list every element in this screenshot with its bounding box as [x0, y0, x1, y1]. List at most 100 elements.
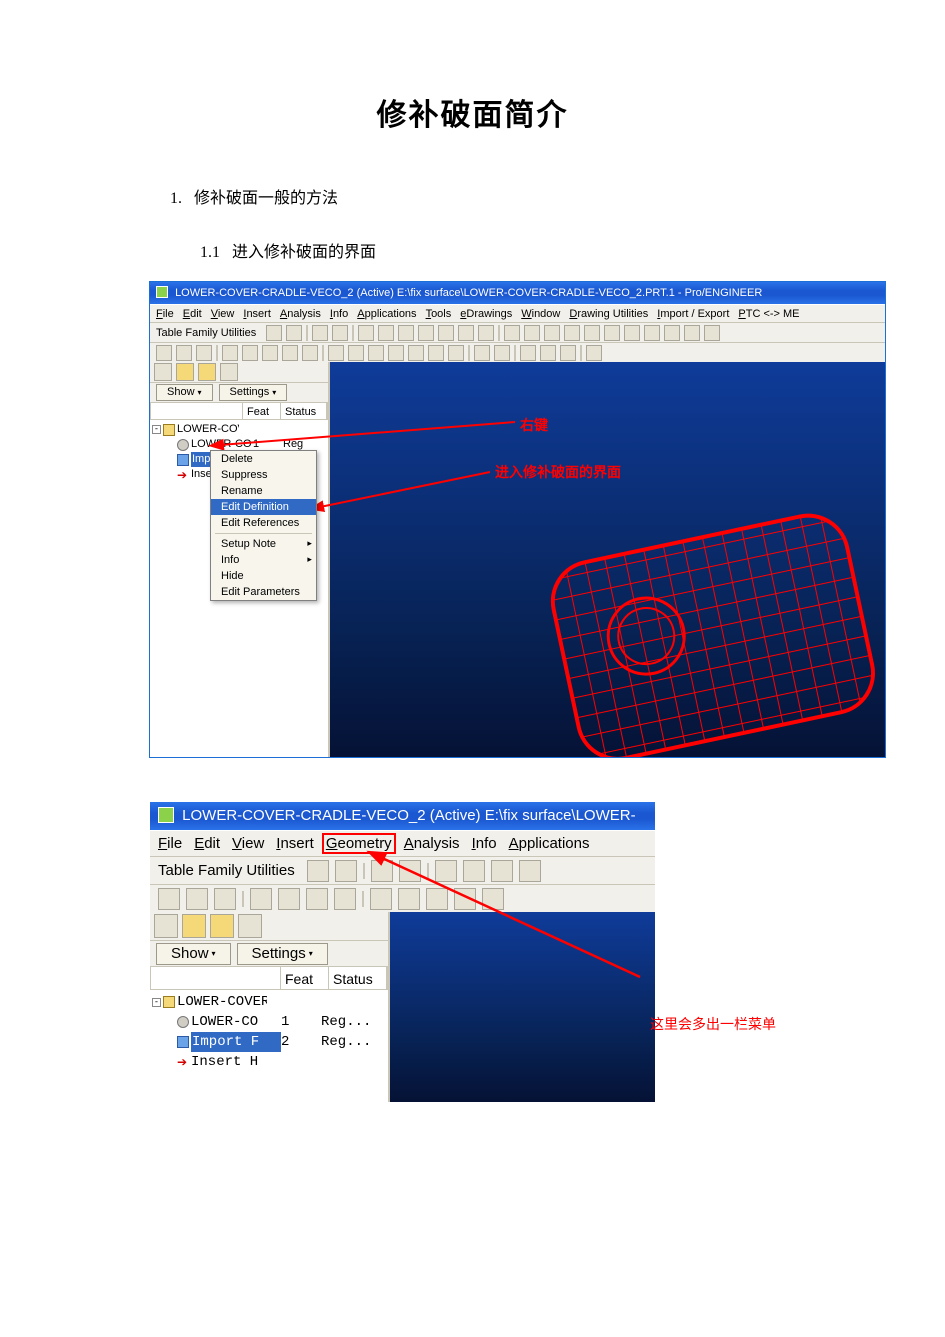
graphics-viewport[interactable]: [390, 912, 655, 1102]
toolbar-icon[interactable]: [266, 325, 282, 341]
toolbar-icon[interactable]: [156, 345, 172, 361]
toolbar-icon[interactable]: [454, 888, 476, 910]
toolbar-icon[interactable]: [418, 325, 434, 341]
menu-item-analysis[interactable]: Analysis: [404, 835, 460, 852]
toolbar-icon[interactable]: [335, 860, 357, 882]
toolbar-icon[interactable]: [158, 888, 180, 910]
toolbar-icon[interactable]: [504, 325, 520, 341]
toolbar-icon[interactable]: [408, 345, 424, 361]
toolbar-icon[interactable]: [624, 325, 640, 341]
folder-icon[interactable]: [198, 363, 216, 381]
toolbar-icon[interactable]: [214, 888, 236, 910]
folder-icon[interactable]: [210, 914, 234, 938]
tree-show-row[interactable]: Show▾ Settings▾: [150, 940, 388, 966]
graphics-viewport[interactable]: [330, 362, 885, 757]
tree-show-row[interactable]: Show▾ Settings▾: [150, 382, 328, 402]
toolbar-icon[interactable]: [371, 860, 393, 882]
settings-button[interactable]: Settings▾: [237, 943, 328, 965]
toolbar-icon[interactable]: [560, 345, 576, 361]
toolbar-icon[interactable]: [282, 345, 298, 361]
tree-row[interactable]: ➔Insert H: [152, 1052, 388, 1072]
tree-toolbar[interactable]: [150, 912, 388, 940]
tree-icon[interactable]: [154, 914, 178, 938]
context-menu-item-delete[interactable]: Delete: [211, 451, 316, 467]
toolbar-icon[interactable]: [584, 325, 600, 341]
toolbar-icon[interactable]: [332, 325, 348, 341]
menu-item-file[interactable]: File: [158, 835, 182, 852]
toolbar-icon[interactable]: [478, 325, 494, 341]
toolbar-icon[interactable]: [328, 345, 344, 361]
toolbar-icon[interactable]: [438, 325, 454, 341]
toolbar-icon[interactable]: [334, 888, 356, 910]
toolbar-icon[interactable]: [250, 888, 272, 910]
tree-row[interactable]: -LOWER-COVER-: [152, 422, 328, 437]
toolbar-icon[interactable]: [307, 860, 329, 882]
toolbar-icon[interactable]: [664, 325, 680, 341]
toolbar-icon[interactable]: [378, 325, 394, 341]
expand-icon[interactable]: -: [152, 425, 161, 434]
toolbar-icon[interactable]: [186, 888, 208, 910]
context-menu[interactable]: DeleteSuppressRenameEdit DefinitionEdit …: [210, 450, 317, 601]
toolbar-icon[interactable]: [399, 860, 421, 882]
toolbar-1[interactable]: Table Family Utilities: [150, 322, 885, 342]
menu-item-drawing-utilities[interactable]: Drawing Utilities: [569, 308, 648, 320]
toolbar-icon[interactable]: [491, 860, 513, 882]
toolbar-icon[interactable]: [586, 345, 602, 361]
context-menu-item-setup-note[interactable]: Setup Note: [211, 536, 316, 552]
folder-icon[interactable]: [176, 363, 194, 381]
menu-item-edit[interactable]: Edit: [194, 835, 220, 852]
toolbar-icon[interactable]: [519, 860, 541, 882]
toolbar-icon[interactable]: [684, 325, 700, 341]
context-menu-item-info[interactable]: Info: [211, 552, 316, 568]
toolbar-2[interactable]: [150, 884, 655, 912]
folder-icon[interactable]: [182, 914, 206, 938]
toolbar-icon[interactable]: [196, 345, 212, 361]
toolbar-icon[interactable]: [398, 325, 414, 341]
show-button[interactable]: Show▾: [156, 943, 231, 965]
menu-item-window[interactable]: Window: [521, 308, 560, 320]
menu-item-view[interactable]: View: [232, 835, 264, 852]
toolbar-icon[interactable]: [428, 345, 444, 361]
menu-item-applications[interactable]: Applications: [357, 308, 416, 320]
toolbar-icon[interactable]: [398, 888, 420, 910]
toolbar-icon[interactable]: [370, 888, 392, 910]
toolbar-icon[interactable]: [544, 325, 560, 341]
toolbar-icon[interactable]: [278, 888, 300, 910]
toolbar-icon[interactable]: [388, 345, 404, 361]
menu-item-import-export[interactable]: Import / Export: [657, 308, 729, 320]
menu-item-insert[interactable]: Insert: [243, 308, 271, 320]
toolbar-icon[interactable]: [704, 325, 720, 341]
menubar[interactable]: FileEditViewInsertGeometryAnalysisInfoAp…: [150, 830, 655, 856]
context-menu-item-rename[interactable]: Rename: [211, 483, 316, 499]
toolbar-icon[interactable]: [262, 345, 278, 361]
tree-row[interactable]: -LOWER-COVER-: [152, 992, 388, 1012]
show-button[interactable]: Show▾: [156, 384, 213, 401]
toolbar-icon[interactable]: [494, 345, 510, 361]
toolbar-icon[interactable]: [524, 325, 540, 341]
tree-icon[interactable]: [238, 914, 262, 938]
toolbar-icon[interactable]: [604, 325, 620, 341]
menu-item-edrawings[interactable]: eDrawings: [460, 308, 512, 320]
toolbar-icon[interactable]: [176, 345, 192, 361]
tree-toolbar[interactable]: [150, 362, 328, 382]
menu-item-tools[interactable]: Tools: [426, 308, 452, 320]
toolbar-2[interactable]: [150, 342, 885, 362]
toolbar-icon[interactable]: [302, 345, 318, 361]
toolbar-icon[interactable]: [348, 345, 364, 361]
toolbar-icon[interactable]: [463, 860, 485, 882]
toolbar-icon[interactable]: [368, 345, 384, 361]
expand-icon[interactable]: -: [152, 998, 161, 1007]
toolbar-icon[interactable]: [564, 325, 580, 341]
menu-item-file[interactable]: File: [156, 308, 174, 320]
toolbar-icon[interactable]: [286, 325, 302, 341]
tree-icon[interactable]: [154, 363, 172, 381]
menubar[interactable]: FileEditViewInsertAnalysisInfoApplicatio…: [150, 304, 885, 322]
model-tree-panel[interactable]: Show▾ Settings▾ Feat # Status -LOWER-COV…: [150, 912, 390, 1102]
menu-item-ptc-me[interactable]: PTC <-> ME: [738, 308, 799, 320]
toolbar-icon[interactable]: [520, 345, 536, 361]
menu-item-analysis[interactable]: Analysis: [280, 308, 321, 320]
tree-row[interactable]: LOWER-CO1Reg...: [152, 1012, 388, 1032]
menu-item-edit[interactable]: Edit: [183, 308, 202, 320]
toolbar-icon[interactable]: [306, 888, 328, 910]
settings-button[interactable]: Settings▾: [219, 384, 288, 401]
